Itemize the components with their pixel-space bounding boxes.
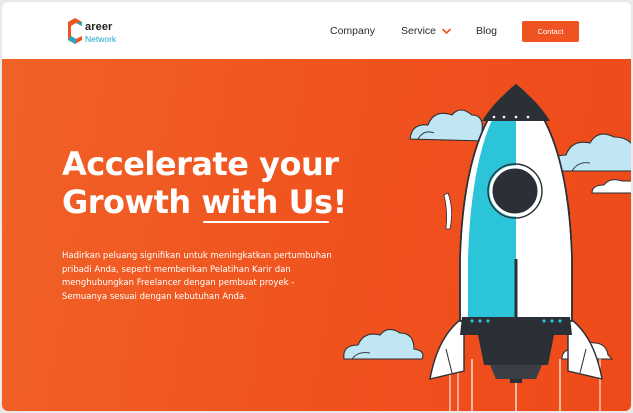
cloud-icon	[343, 328, 424, 360]
logo[interactable]: areer Network	[67, 17, 137, 47]
chevron-down-icon[interactable]	[442, 28, 451, 35]
cloud-icon	[549, 133, 631, 172]
hero-paragraph: Hadirkan peluang signifikan untuk mening…	[62, 251, 332, 302]
headline-growth: Growth	[62, 183, 202, 221]
career-network-logo-icon	[68, 18, 82, 44]
browser-page: areer Network Company Service Blog Conta…	[2, 2, 631, 411]
headline-line-1: Accelerate your	[62, 145, 339, 183]
contact-button[interactable]: Contact	[522, 21, 579, 42]
logo-subtitle: Network	[85, 34, 117, 44]
cloud-icon	[409, 109, 489, 142]
nav-company[interactable]: Company	[330, 25, 375, 37]
nav-blog[interactable]: Blog	[476, 25, 497, 37]
rocket-illustration	[343, 83, 631, 411]
nav-service[interactable]: Service	[401, 25, 436, 37]
cloud-icon	[591, 179, 631, 194]
headline-with-us: with Us	[201, 183, 333, 223]
logo-wordmark: areer	[85, 21, 113, 33]
hero-section: Accelerate your Growth with Us! Hadirkan…	[2, 59, 631, 411]
headline-line-2: Growth with Us!	[62, 183, 347, 223]
site-header: areer Network Company Service Blog Conta…	[2, 2, 631, 59]
hero-headline: Accelerate your Growth with Us!	[62, 145, 347, 223]
